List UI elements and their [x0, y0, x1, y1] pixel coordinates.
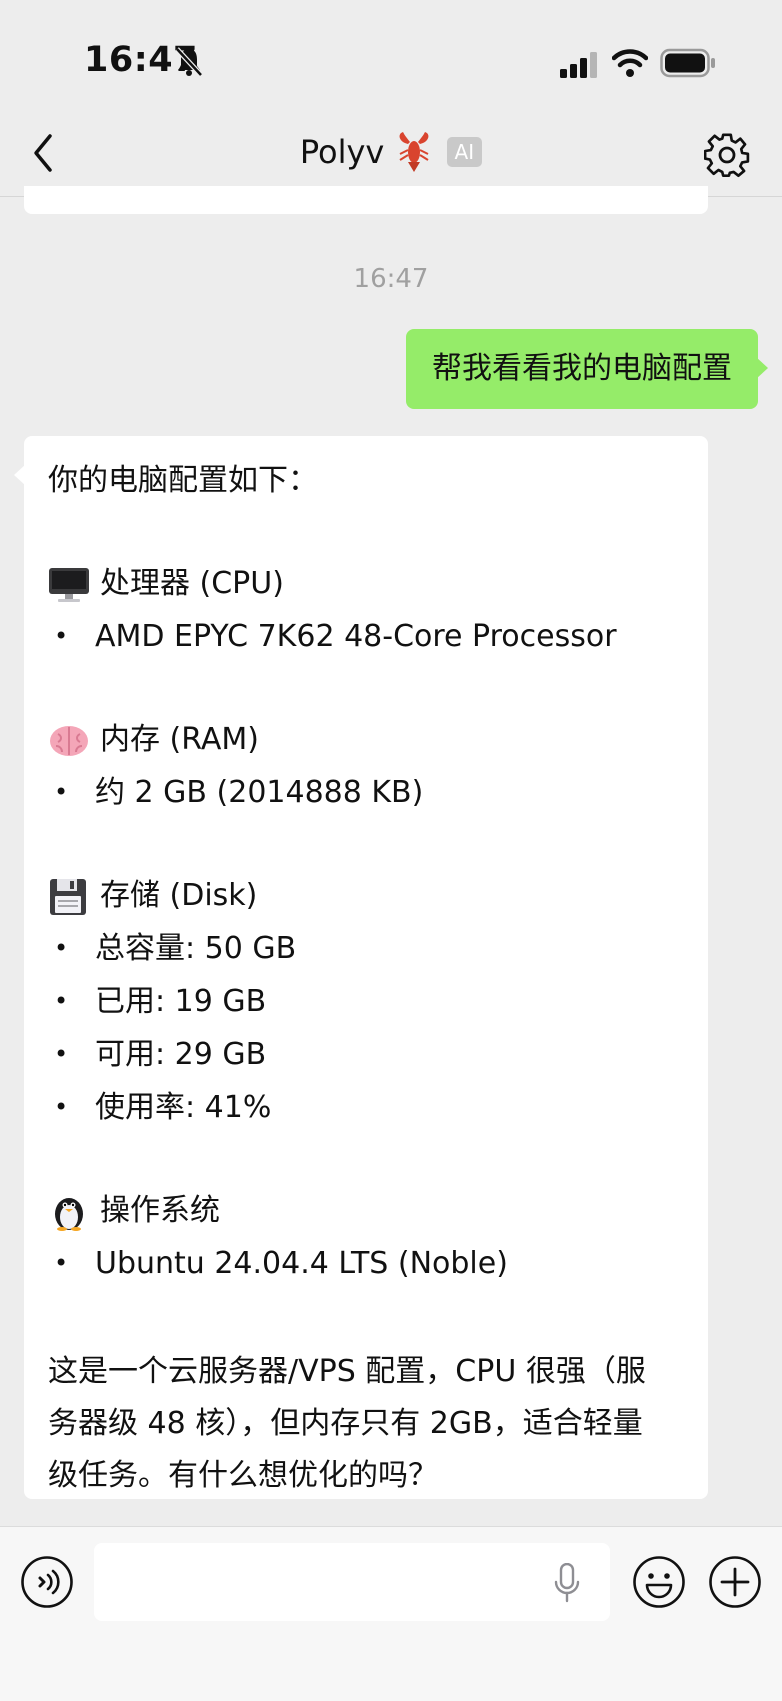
chat-title: Polyv — [299, 133, 385, 171]
wifi-icon — [612, 49, 648, 77]
list-item-text: Ubuntu 24.04.4 LTS (Noble) — [95, 1246, 508, 1281]
add-plus-icon[interactable] — [708, 1555, 762, 1609]
list-item: • 总容量: 50 GB — [48, 922, 684, 975]
section-heading-text: 存储 (Disk) — [100, 878, 258, 913]
summary-line: 级任务。有什么想优化的吗？ — [48, 1458, 438, 1493]
section-heading-os: 操作系统 — [48, 1184, 684, 1237]
list-item-text: 约 2 GB (2014888 KB) — [95, 775, 424, 810]
emoji-face-icon[interactable] — [632, 1555, 686, 1609]
user-message-bubble[interactable]: 帮我看看我的电脑配置 — [406, 329, 768, 409]
desktop-computer-icon — [49, 567, 89, 602]
list-item: • AMD EPYC 7K62 48-Core Processor — [48, 610, 684, 663]
battery-icon — [660, 48, 715, 78]
microphone-icon[interactable] — [554, 1563, 580, 1603]
section-heading-ram: 内存 (RAM) — [48, 713, 684, 766]
chat-header: Polyv AI — [0, 110, 782, 197]
settings-gear-icon[interactable] — [704, 132, 750, 178]
list-item-text: 总容量: 50 GB — [95, 931, 297, 966]
list-item: • 已用: 19 GB — [48, 975, 684, 1028]
status-bar: 16:47 — [0, 0, 782, 110]
section-heading-cpu: 处理器 (CPU) — [48, 557, 684, 610]
reply-summary: 这是一个云服务器/VPS 配置，CPU 很强（服 务器级 48 核），但内存只有… — [48, 1346, 684, 1502]
ai-reply-bubble[interactable]: 你的电脑配置如下： 处理器 (CPU) • AMD EPYC 7K62 48-Co… — [14, 436, 708, 1502]
list-item: • 可用: 29 GB — [48, 1028, 684, 1081]
list-item-text: AMD EPYC 7K62 48-Core Processor — [95, 619, 617, 654]
ai-badge: AI — [446, 137, 483, 167]
brain-icon — [50, 725, 88, 756]
chat-title-area: Polyv AI — [0, 130, 782, 176]
list-item-text: 已用: 19 GB — [95, 984, 267, 1019]
section-heading-text: 操作系统 — [100, 1193, 220, 1228]
list-item-text: 使用率: 41% — [95, 1090, 272, 1125]
penguin-icon — [55, 1197, 83, 1231]
list-item-text: 可用: 29 GB — [95, 1037, 267, 1072]
message-input[interactable] — [94, 1543, 610, 1621]
voice-mode-icon[interactable] — [20, 1555, 74, 1609]
cellular-signal-icon — [560, 52, 597, 78]
section-heading-disk: 存储 (Disk) — [48, 869, 684, 922]
reply-intro: 你的电脑配置如下： — [48, 463, 318, 498]
list-item: • Ubuntu 24.04.4 LTS (Noble) — [48, 1237, 684, 1290]
silent-bell-icon — [175, 47, 203, 77]
lobster-icon — [399, 132, 429, 172]
section-heading-text: 处理器 (CPU) — [100, 566, 284, 601]
previous-message-bubble — [24, 186, 708, 214]
list-item: • 约 2 GB (2014888 KB) — [48, 766, 684, 819]
message-timestamp: 16:47 — [353, 264, 429, 294]
summary-line: 务器级 48 核），但内存只有 2GB，适合轻量 — [48, 1406, 643, 1441]
section-heading-text: 内存 (RAM) — [100, 722, 259, 757]
summary-line: 这是一个云服务器/VPS 配置，CPU 很强（服 — [48, 1354, 646, 1389]
list-item: • 使用率: 41% — [48, 1081, 684, 1134]
floppy-disk-icon — [50, 878, 86, 915]
message-input-bar — [0, 1526, 782, 1701]
